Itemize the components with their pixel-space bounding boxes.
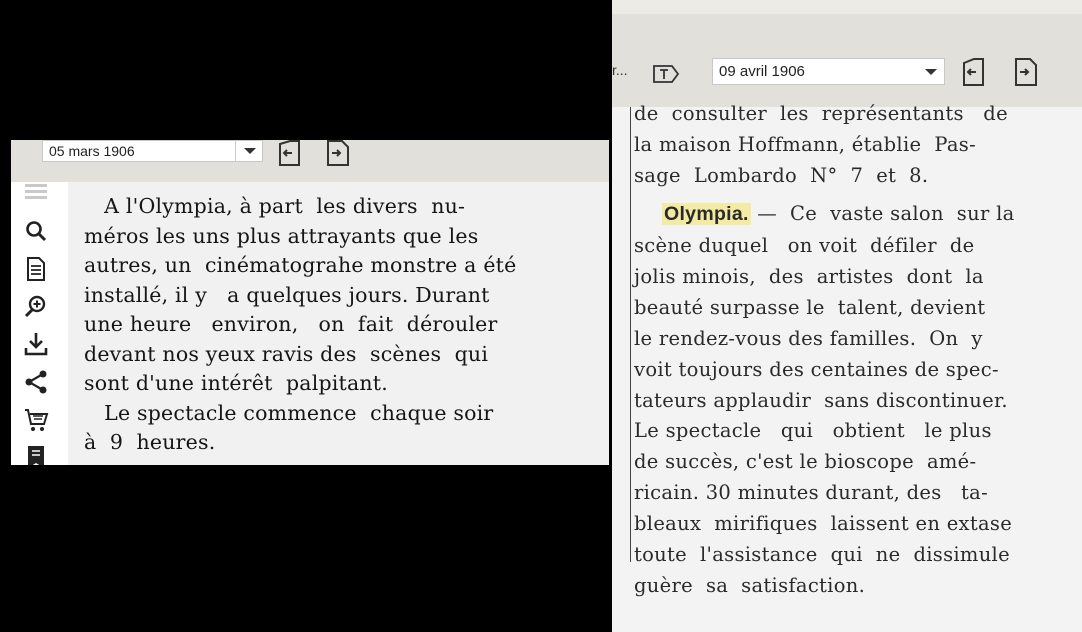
article-line: guère sa satisfaction.: [634, 573, 866, 597]
next-page-icon[interactable]: [324, 140, 352, 166]
article-line: Le spectacle commence chaque soir: [84, 400, 494, 425]
right-newspaper-scan: de consulter les représentants de la mais…: [612, 102, 1082, 632]
article-line: installé, il y a quelques jours. Durant: [84, 282, 490, 307]
left-date-separator: [235, 141, 236, 161]
article-line: devant nos yeux ravis des scènes qui: [84, 341, 489, 366]
next-page-icon[interactable]: [1012, 58, 1040, 86]
left-date-value: 05 mars 1906: [49, 143, 135, 159]
article-line: bleaux mirifiques laissent en extase: [634, 512, 1013, 536]
article-line: de succès, c'est le bioscope amé-: [634, 450, 977, 474]
text-mode-icon[interactable]: [652, 64, 680, 84]
list-icon[interactable]: [23, 182, 49, 208]
truncated-label: r...: [612, 62, 628, 78]
left-sidebar: [11, 182, 68, 465]
search-highlight: Olympia.: [662, 203, 751, 225]
article-line: la maison Hoffmann, établie Pas-: [634, 133, 976, 156]
article-line: voit toujours des centaines de spec-: [634, 357, 999, 381]
previous-page-icon[interactable]: [960, 58, 988, 86]
right-date-value: 09 avril 1906: [719, 63, 805, 80]
article-headline-line: Olympia. — Ce vaste salon sur la: [662, 199, 1015, 230]
cart-icon[interactable]: [23, 407, 49, 433]
left-date-select[interactable]: 05 mars 1906: [42, 140, 263, 162]
left-toolbar: 05 mars 1906: [11, 140, 609, 182]
right-viewer: r... 09 avril 1906 de consulter les repr…: [612, 0, 1082, 632]
download-icon[interactable]: [23, 331, 49, 357]
chevron-down-icon[interactable]: [925, 69, 937, 75]
article-line: ricain. 30 minutes durant, des ta-: [634, 481, 988, 505]
article-line: méros les uns plus attrayants que les: [84, 223, 479, 248]
article-line: sage Lombardo N° 7 et 8.: [634, 164, 929, 187]
article-line: beauté surpasse le talent, devient: [634, 295, 986, 319]
share-icon[interactable]: [23, 369, 49, 395]
article-line: sont d'une intérêt palpitant.: [84, 371, 388, 395]
left-newspaper-scan: A l'Olympia, à part les divers nu-méros …: [68, 182, 609, 465]
chevron-down-icon[interactable]: [244, 148, 256, 154]
article-line-rest: — Ce vaste salon sur la: [750, 202, 1015, 225]
article-line: A l'Olympia, à part les divers nu-: [84, 194, 466, 218]
article-line: une heure environ, on fait dérouler: [84, 312, 498, 336]
bookmark-icon[interactable]: [23, 444, 49, 465]
article-line: jolis minois, des artistes dont la: [634, 264, 984, 288]
article-line: tateurs applaudir sans discontinuer.: [634, 388, 1008, 412]
right-toolbar: r... 09 avril 1906: [612, 14, 1082, 107]
article-line: autres, un cinématograhe monstre a été: [84, 253, 517, 277]
article-line: de consulter les représentants de: [634, 102, 1008, 125]
article-line: scène duquel on voit défiler de: [634, 234, 975, 257]
right-date-select[interactable]: 09 avril 1906: [712, 58, 945, 85]
article-line: le rendez-vous des familles. On y: [634, 326, 983, 350]
article-line: toute l'assistance qui ne dissimule: [634, 543, 1010, 566]
right-top-strip: [612, 0, 1082, 14]
article-line: à 9 heures.: [84, 430, 216, 454]
previous-page-icon[interactable]: [276, 140, 304, 166]
article-line: Le spectacle qui obtient le plus: [634, 419, 992, 443]
left-viewer: 05 mars 1906 A l'Olympia, à part les div…: [11, 140, 609, 465]
document-icon[interactable]: [23, 256, 49, 282]
search-icon[interactable]: [23, 218, 49, 244]
column-rule: [630, 107, 631, 562]
zoom-in-icon[interactable]: [23, 293, 49, 319]
